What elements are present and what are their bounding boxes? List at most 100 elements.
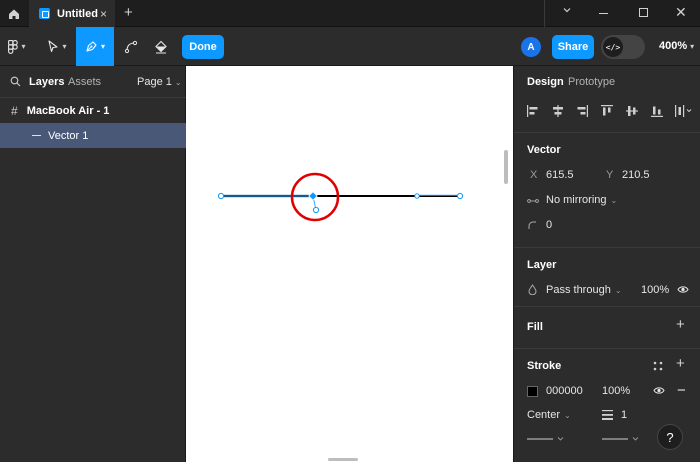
mirroring-icon bbox=[527, 199, 539, 203]
help-button[interactable]: ? bbox=[657, 424, 683, 450]
paint-bucket-icon bbox=[155, 40, 167, 53]
canvas[interactable] bbox=[186, 66, 513, 462]
anchor-point[interactable] bbox=[414, 193, 420, 199]
fill-section: Fill + bbox=[514, 306, 700, 348]
add-stroke-button[interactable]: + bbox=[676, 355, 685, 372]
layer-name: Vector 1 bbox=[48, 129, 89, 142]
chevron-down-icon: ⌄ bbox=[610, 196, 618, 205]
section-title: Stroke bbox=[527, 360, 562, 372]
tab-title: Untitled bbox=[57, 7, 98, 20]
chevron-down-icon: ⌄ bbox=[614, 286, 622, 295]
anchor-point[interactable] bbox=[456, 192, 464, 200]
page-name: Page 1 bbox=[137, 76, 172, 88]
remove-stroke-button[interactable]: − bbox=[677, 382, 686, 399]
anchor-point[interactable] bbox=[217, 192, 225, 200]
horizontal-scrollbar[interactable] bbox=[328, 458, 358, 461]
code-icon: </> bbox=[603, 37, 623, 57]
tab-design[interactable]: Design bbox=[527, 76, 564, 88]
file-tab[interactable]: Untitled × bbox=[29, 0, 115, 27]
layer-item-vector[interactable]: Vector 1 bbox=[0, 123, 186, 148]
align-top-icon[interactable] bbox=[600, 104, 614, 118]
dev-mode-toggle[interactable]: </> bbox=[601, 35, 645, 59]
pen-tool[interactable]: ▾ bbox=[76, 27, 114, 66]
align-bottom-icon[interactable] bbox=[650, 104, 664, 118]
done-button[interactable]: Done bbox=[182, 35, 224, 59]
x-input[interactable]: 615.5 bbox=[546, 169, 574, 181]
vector-icon bbox=[32, 135, 41, 136]
cursor-icon bbox=[48, 40, 59, 53]
blend-mode-dropdown[interactable]: Pass through ⌄ bbox=[546, 284, 622, 296]
stroke-color-swatch[interactable] bbox=[527, 386, 538, 397]
frame-icon: # bbox=[11, 103, 18, 118]
close-window-button[interactable]: ✕ bbox=[675, 4, 687, 21]
tab-layers[interactable]: Layers bbox=[29, 76, 64, 88]
search-icon[interactable] bbox=[10, 76, 21, 90]
distribute-icon[interactable] bbox=[674, 104, 692, 118]
maximize-button[interactable] bbox=[639, 8, 648, 17]
selected-anchor-point[interactable] bbox=[308, 191, 318, 201]
y-label: Y bbox=[606, 169, 614, 181]
layer-section: Layer Pass through ⌄ 100% bbox=[514, 247, 700, 306]
corner-radius-icon bbox=[528, 221, 536, 229]
chevron-down-icon: ▾ bbox=[690, 42, 695, 51]
share-button[interactable]: Share bbox=[552, 35, 594, 59]
chevron-down-icon: ⌄ bbox=[174, 78, 182, 87]
stroke-position-value: Center bbox=[527, 409, 561, 421]
mirroring-dropdown[interactable]: No mirroring ⌄ bbox=[546, 194, 617, 206]
page-selector[interactable]: Page 1 ⌄ bbox=[137, 76, 182, 88]
layer-item-frame[interactable]: # MacBook Air - 1 bbox=[0, 98, 186, 123]
chevron-down-icon: ▾ bbox=[62, 42, 67, 51]
layers-panel-header: Layers Assets Page 1 ⌄ bbox=[0, 66, 186, 98]
corner-radius-input[interactable]: 0 bbox=[546, 219, 552, 231]
move-tool[interactable]: ▾ bbox=[40, 27, 74, 66]
align-right-icon[interactable] bbox=[575, 104, 589, 118]
chevron-down-icon[interactable] bbox=[562, 5, 572, 18]
mirroring-value: No mirroring bbox=[546, 194, 607, 206]
stroke-end-dropdown[interactable] bbox=[602, 435, 642, 443]
blend-mode-value: Pass through bbox=[546, 284, 611, 296]
file-icon bbox=[39, 8, 50, 19]
chevron-down-icon: ▾ bbox=[100, 42, 105, 51]
home-icon[interactable] bbox=[0, 0, 28, 27]
style-grid-icon[interactable] bbox=[653, 361, 663, 371]
canvas-drawing bbox=[217, 172, 464, 222]
figma-logo-icon bbox=[8, 39, 19, 54]
new-tab-button[interactable]: + bbox=[124, 4, 133, 21]
tab-assets[interactable]: Assets bbox=[68, 76, 101, 88]
bend-tool[interactable] bbox=[118, 27, 144, 66]
design-panel: Design Prototype Vector X 615.5 Y 210.5 … bbox=[513, 66, 700, 462]
align-left-icon[interactable] bbox=[526, 104, 540, 118]
stroke-opacity-input[interactable]: 100% bbox=[602, 385, 630, 397]
layer-opacity-input[interactable]: 100% bbox=[641, 284, 669, 296]
main-menu-button[interactable]: ▾ bbox=[0, 27, 34, 66]
alignment-toolbar bbox=[514, 100, 700, 124]
align-horizontal-center-icon[interactable] bbox=[551, 104, 565, 118]
stroke-position-dropdown[interactable]: Center ⌄ bbox=[527, 409, 571, 421]
close-tab-icon[interactable]: × bbox=[100, 7, 107, 21]
y-input[interactable]: 210.5 bbox=[622, 169, 650, 181]
toolbar: ▾ ▾ ▾ Done A Share </> 400% ▾ bbox=[0, 27, 700, 66]
stroke-weight-input[interactable]: 1 bbox=[621, 409, 627, 421]
stroke-weight-icon bbox=[602, 410, 613, 420]
design-panel-tabs: Design Prototype bbox=[514, 66, 700, 98]
chevron-down-icon: ⌄ bbox=[564, 411, 571, 420]
eye-icon[interactable] bbox=[677, 285, 689, 294]
paint-bucket-tool[interactable] bbox=[148, 27, 174, 66]
bezier-handle[interactable] bbox=[312, 206, 320, 214]
pen-icon bbox=[86, 41, 97, 52]
section-title: Fill bbox=[527, 321, 543, 333]
align-vertical-center-icon[interactable] bbox=[625, 104, 639, 118]
zoom-value: 400% bbox=[659, 40, 688, 52]
eye-icon[interactable] bbox=[653, 386, 665, 395]
add-fill-button[interactable]: + bbox=[676, 316, 685, 333]
tab-prototype[interactable]: Prototype bbox=[568, 76, 615, 88]
section-title: Layer bbox=[527, 259, 557, 271]
x-label: X bbox=[530, 169, 538, 181]
chevron-down-icon: ▾ bbox=[21, 42, 26, 51]
stroke-color-input[interactable]: 000000 bbox=[546, 385, 583, 397]
zoom-dropdown[interactable]: 400% ▾ bbox=[659, 40, 694, 52]
stroke-start-dropdown[interactable] bbox=[527, 435, 567, 443]
vertical-scrollbar[interactable] bbox=[504, 150, 508, 184]
avatar[interactable]: A bbox=[521, 37, 541, 57]
minimize-button[interactable] bbox=[599, 13, 608, 14]
